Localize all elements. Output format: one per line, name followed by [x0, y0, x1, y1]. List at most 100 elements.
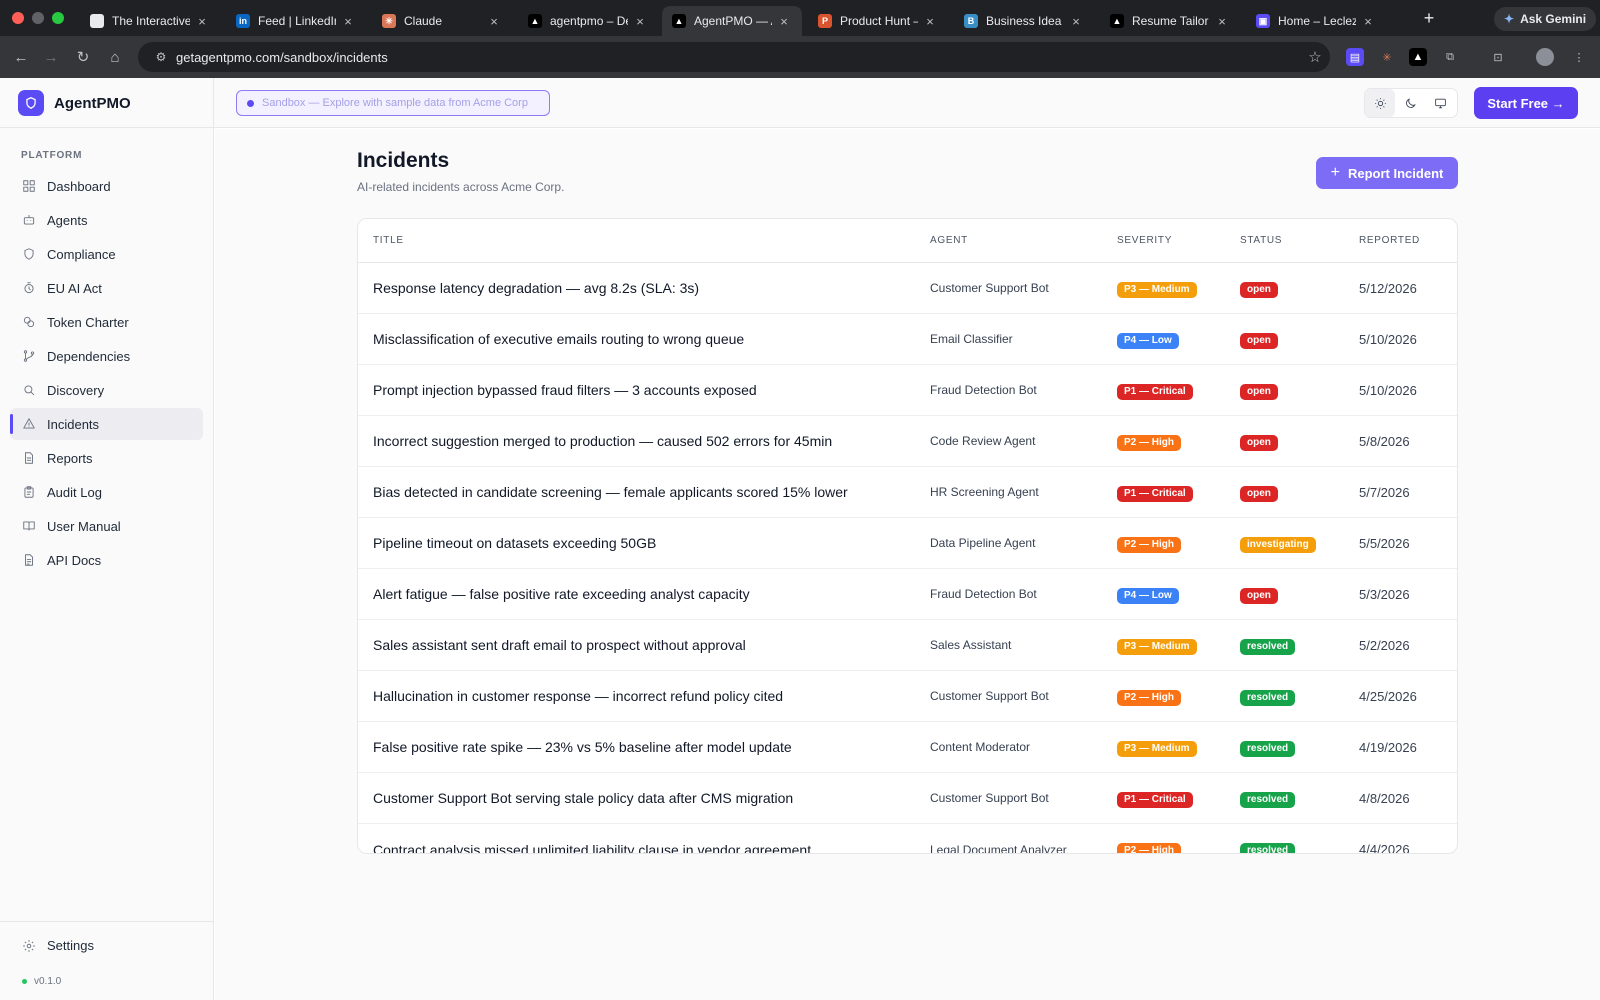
bookmark-star-icon[interactable]: ☆: [1300, 48, 1330, 66]
incident-title[interactable]: Customer Support Bot serving stale polic…: [358, 790, 930, 806]
incident-title[interactable]: Prompt injection bypassed fraud filters …: [358, 382, 930, 398]
tab-search-icon[interactable]: ⊡: [1489, 48, 1507, 66]
incident-title[interactable]: Pipeline timeout on datasets exceeding 5…: [358, 535, 930, 551]
dark-theme-button[interactable]: [1395, 89, 1425, 117]
table-row[interactable]: Bias detected in candidate screening — f…: [358, 467, 1457, 518]
sidebar-item-audit-log[interactable]: Audit Log: [10, 476, 203, 508]
sidebar-item-reports[interactable]: Reports: [10, 442, 203, 474]
incident-title[interactable]: Incorrect suggestion merged to productio…: [358, 433, 930, 449]
table-row[interactable]: Response latency degradation — avg 8.2s …: [358, 263, 1457, 314]
incident-title[interactable]: Hallucination in customer response — inc…: [358, 688, 930, 704]
incident-title[interactable]: Response latency degradation — avg 8.2s …: [358, 280, 930, 296]
sidebar-item-incidents[interactable]: Incidents: [10, 408, 203, 440]
light-theme-button[interactable]: [1365, 89, 1395, 117]
close-tab-icon[interactable]: ×: [486, 14, 502, 29]
browser-tab[interactable]: The Interactive P ×: [80, 6, 220, 36]
incident-title[interactable]: Sales assistant sent draft email to pros…: [358, 637, 930, 653]
browser-tab[interactable]: B Business Idea Va ×: [954, 6, 1094, 36]
close-tab-icon[interactable]: ×: [194, 14, 210, 29]
sidebar-item-compliance[interactable]: Compliance: [10, 238, 203, 270]
sidebar-item-label: Dependencies: [47, 348, 131, 364]
window-minimize-button[interactable]: [32, 12, 44, 24]
incident-title[interactable]: Alert fatigue — false positive rate exce…: [358, 586, 930, 602]
incident-title[interactable]: Bias detected in candidate screening — f…: [358, 484, 930, 500]
sidebar-item-dashboard[interactable]: Dashboard: [10, 170, 203, 202]
browser-tab[interactable]: ▲ Resume Tailor – ×: [1100, 6, 1240, 36]
incident-title[interactable]: False positive rate spike — 23% vs 5% ba…: [358, 739, 930, 755]
table-row[interactable]: Contract analysis missed unlimited liabi…: [358, 824, 1457, 854]
browser-tab[interactable]: P Product Hunt – T ×: [808, 6, 948, 36]
incident-agent: Fraud Detection Bot: [930, 383, 1037, 397]
extension-icon[interactable]: ▤: [1346, 48, 1364, 66]
table-row[interactable]: Misclassification of executive emails ro…: [358, 314, 1457, 365]
sidebar-item-settings[interactable]: Settings: [22, 938, 94, 953]
column-header-status[interactable]: STATUS: [1240, 235, 1359, 246]
start-free-button[interactable]: Start Free →: [1474, 87, 1578, 119]
extensions-puzzle-icon[interactable]: ⧉: [1441, 48, 1459, 66]
column-header-severity[interactable]: SEVERITY: [1117, 235, 1240, 246]
column-header-title[interactable]: TITLE: [358, 235, 930, 246]
close-tab-icon[interactable]: ×: [776, 14, 792, 29]
profile-avatar[interactable]: [1536, 48, 1554, 66]
browser-tab[interactable]: ▲ agentpmo – Dep ×: [518, 6, 658, 36]
severity-badge: P3 — Medium: [1117, 638, 1197, 655]
site-settings-icon[interactable]: ⚙: [146, 50, 176, 64]
browser-menu-icon[interactable]: ⋮: [1570, 48, 1588, 66]
sidebar-item-dependencies[interactable]: Dependencies: [10, 340, 203, 372]
sidebar-item-user-manual[interactable]: User Manual: [10, 510, 203, 542]
sidebar-item-token-charter[interactable]: Token Charter: [10, 306, 203, 338]
report-incident-button[interactable]: + Report Incident: [1316, 157, 1458, 189]
table-row[interactable]: Pipeline timeout on datasets exceeding 5…: [358, 518, 1457, 569]
back-arrow-icon[interactable]: ←: [10, 46, 32, 68]
column-header-reported[interactable]: REPORTED: [1359, 235, 1457, 246]
close-tab-icon[interactable]: ×: [1360, 14, 1376, 29]
system-theme-button[interactable]: [1425, 89, 1455, 117]
incident-title[interactable]: Misclassification of executive emails ro…: [358, 331, 930, 347]
incident-reported-date: 5/10/2026: [1359, 331, 1417, 347]
close-tab-icon[interactable]: ×: [632, 14, 648, 29]
sidebar-item-agents[interactable]: Agents: [10, 204, 203, 236]
sidebar-item-discovery[interactable]: Discovery: [10, 374, 203, 406]
address-bar[interactable]: ⚙ getagentpmo.com/sandbox/incidents ☆: [138, 42, 1330, 72]
ask-gemini-button[interactable]: ✦ Ask Gemini: [1494, 7, 1597, 31]
browser-tab[interactable]: ▲ AgentPMO — AI ×: [662, 6, 802, 36]
table-row[interactable]: Customer Support Bot serving stale polic…: [358, 773, 1457, 824]
status-badge: open: [1240, 281, 1278, 298]
warning-icon: [23, 418, 35, 429]
sidebar-item-api-docs[interactable]: API Docs: [10, 544, 203, 576]
close-tab-icon[interactable]: ×: [1068, 14, 1084, 29]
severity-badge: P4 — Low: [1117, 587, 1179, 604]
table-row[interactable]: Hallucination in customer response — inc…: [358, 671, 1457, 722]
browser-tab[interactable]: in Feed | LinkedIn ×: [226, 6, 366, 36]
sandbox-banner[interactable]: Sandbox — Explore with sample data from …: [236, 90, 550, 116]
home-icon[interactable]: ⌂: [104, 46, 126, 68]
incident-title[interactable]: Contract analysis missed unlimited liabi…: [358, 842, 930, 854]
brand[interactable]: AgentPMO: [18, 90, 131, 116]
table-row[interactable]: Sales assistant sent draft email to pros…: [358, 620, 1457, 671]
table-row[interactable]: Prompt injection bypassed fraud filters …: [358, 365, 1457, 416]
status-badge: open: [1240, 485, 1278, 502]
vercel-extension-icon[interactable]: ▲: [1409, 48, 1427, 66]
table-row[interactable]: False positive rate spike — 23% vs 5% ba…: [358, 722, 1457, 773]
url-text[interactable]: getagentpmo.com/sandbox/incidents: [176, 50, 1300, 65]
browser-tab[interactable]: ✳ Claude ×: [372, 6, 512, 36]
sidebar-item-eu-ai-act[interactable]: EU AI Act: [10, 272, 203, 304]
close-tab-icon[interactable]: ×: [340, 14, 356, 29]
reload-icon[interactable]: ↻: [72, 46, 94, 68]
table-row[interactable]: Alert fatigue — false positive rate exce…: [358, 569, 1457, 620]
table-row[interactable]: Incorrect suggestion merged to productio…: [358, 416, 1457, 467]
window-close-button[interactable]: [12, 12, 24, 24]
close-tab-icon[interactable]: ×: [1214, 14, 1230, 29]
window-zoom-button[interactable]: [52, 12, 64, 24]
browser-tab[interactable]: ▣ Home – Leclezio ×: [1246, 6, 1386, 36]
claude-extension-icon[interactable]: ✳: [1378, 48, 1396, 66]
tab-label: Business Idea Va: [986, 14, 1064, 28]
column-header-agent[interactable]: AGENT: [930, 235, 1117, 246]
sidebar-item-label: User Manual: [47, 518, 121, 534]
incident-reported-date: 5/3/2026: [1359, 586, 1410, 602]
main-content: Incidents AI-related incidents across Ac…: [215, 129, 1600, 1000]
forward-arrow-icon[interactable]: →: [40, 46, 62, 68]
close-tab-icon[interactable]: ×: [922, 14, 938, 29]
incident-agent: Fraud Detection Bot: [930, 587, 1037, 601]
new-tab-button[interactable]: +: [1418, 8, 1440, 29]
